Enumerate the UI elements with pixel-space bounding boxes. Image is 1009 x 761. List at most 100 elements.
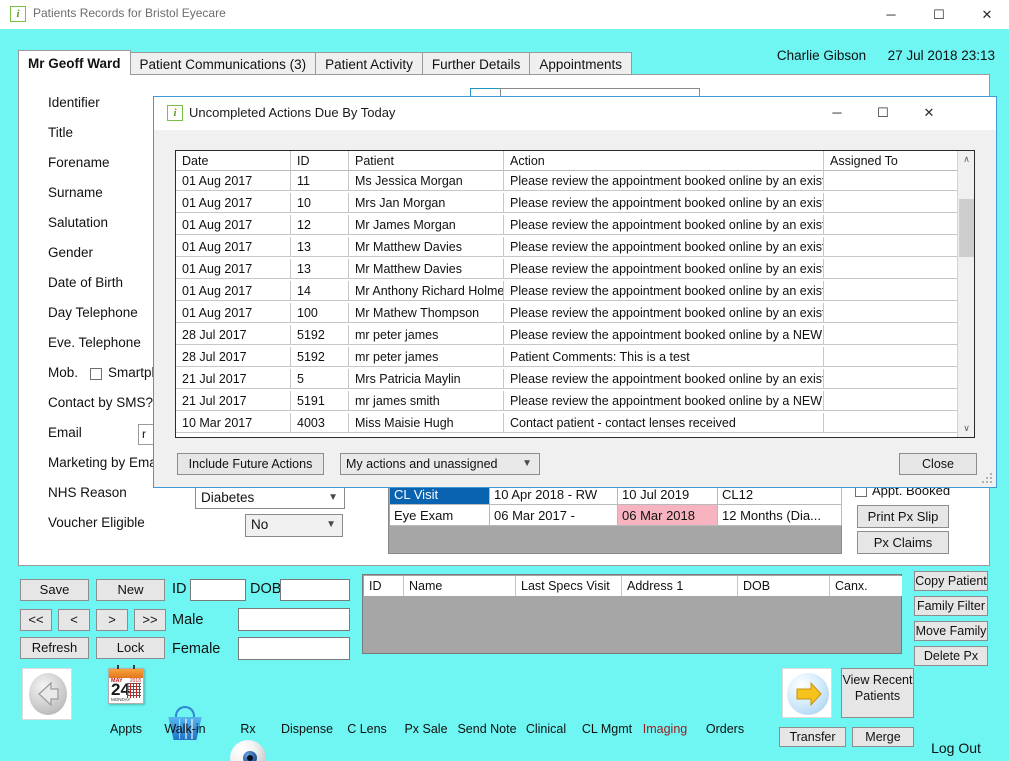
delete-px-button[interactable]: Delete Px [914, 646, 988, 666]
table-row[interactable]: 01 Aug 2017 11 Ms Jessica Morgan Please … [176, 171, 974, 191]
tab-patient-record[interactable]: Mr Geoff Ward [18, 50, 131, 75]
table-row[interactable]: 01 Aug 2017 13 Mr Matthew Davies Please … [176, 237, 974, 257]
table-row[interactable]: 21 Jul 2017 5 Mrs Patricia Maylin Please… [176, 369, 974, 389]
dialog-minimize-button[interactable]: ─ [814, 97, 860, 129]
cell-patient: Mr Matthew Davies [349, 259, 504, 279]
actions-grid[interactable]: Date ID Patient Action Assigned To 01 Au… [175, 150, 975, 438]
cell-id: 14 [291, 281, 349, 301]
dialog-maximize-button[interactable]: ☐ [860, 97, 906, 129]
cell-id: 13 [291, 237, 349, 257]
table-row[interactable]: 01 Aug 2017 100 Mr Mathew Thompson Pleas… [176, 303, 974, 323]
merge-button[interactable]: Merge [852, 727, 914, 747]
prev-record-button[interactable]: < [58, 609, 90, 631]
back-button[interactable] [22, 668, 72, 720]
voucher-eligible-select[interactable]: No ▼ [245, 514, 343, 537]
nhs-reason-select[interactable]: Diabetes ▼ [195, 487, 345, 509]
cell-action: Please review the appointment booked onl… [504, 237, 824, 257]
forward-arrow-button[interactable] [782, 668, 832, 718]
label-voucher-eligible: Voucher Eligible [48, 515, 145, 530]
maximize-icon: ☐ [877, 105, 889, 120]
toolbar-label-walk-in: Walk-in [164, 722, 206, 736]
cell-patient: Mr Anthony Richard Holmes [349, 281, 504, 301]
info-icon: i [167, 105, 183, 121]
label-email: Email [48, 425, 82, 440]
window-close-button[interactable]: ✕ [964, 0, 1009, 29]
actions-filter-select[interactable]: My actions and unassigned ▼ [340, 453, 540, 475]
dialog-title: Uncompleted Actions Due By Today [189, 105, 396, 120]
nhs-reason-value: Diabetes [201, 490, 255, 505]
male-input[interactable] [238, 608, 350, 631]
cell-date: 01 Aug 2017 [176, 171, 291, 191]
print-px-slip-button[interactable]: Print Px Slip [857, 505, 949, 528]
actions-grid-scrollbar[interactable]: ∧ ∨ [957, 151, 974, 437]
copy-patient-button[interactable]: Copy Patient [914, 571, 988, 591]
cell-action: Please review the appointment booked onl… [504, 281, 824, 301]
back-arrow-icon [29, 673, 67, 715]
tab-patient-activity[interactable]: Patient Activity [315, 52, 423, 75]
table-row[interactable]: 28 Jul 2017 5192 mr peter james Patient … [176, 347, 974, 367]
tab-further-details[interactable]: Further Details [421, 52, 531, 75]
label-dob: DOB [250, 581, 282, 597]
view-recent-patients-button[interactable]: View Recent Patients [841, 668, 914, 718]
label-identifier: Identifier [48, 95, 100, 110]
save-button[interactable]: Save [20, 579, 89, 601]
last-record-button[interactable]: >> [134, 609, 166, 631]
next-record-button[interactable]: > [96, 609, 128, 631]
window-maximize-button[interactable]: ☐ [916, 0, 962, 29]
cell-date: 21 Jul 2017 [176, 391, 291, 411]
tab-patient-communications[interactable]: Patient Communications (3) [129, 52, 317, 75]
dialog-resize-grip[interactable] [981, 473, 993, 485]
family-filter-button[interactable]: Family Filter [914, 596, 988, 616]
chevron-down-icon: ▼ [326, 519, 336, 530]
lock-button[interactable]: Lock [96, 637, 165, 659]
scroll-up-arrow-icon[interactable]: ∧ [958, 151, 975, 168]
cell-id: 5191 [291, 391, 349, 411]
cell-id: 5192 [291, 325, 349, 345]
transfer-button[interactable]: Transfer [779, 727, 846, 747]
dob-input[interactable] [280, 579, 350, 601]
refresh-button[interactable]: Refresh [20, 637, 89, 659]
table-row[interactable]: 28 Jul 2017 5192 mr peter james Please r… [176, 325, 974, 345]
tab-appointments[interactable]: Appointments [529, 52, 632, 75]
toolbar-label-clinical: Clinical [525, 722, 567, 736]
scroll-down-arrow-icon[interactable]: ∨ [958, 420, 975, 437]
cell-id: 100 [291, 303, 349, 323]
patient-search-results[interactable]: ID Name Last Specs Visit Address 1 DOB C… [362, 574, 902, 654]
application-window: i Patients Records for Bristol Eyecare ─… [0, 0, 1009, 761]
dialog-close-button[interactable]: ✕ [906, 97, 952, 129]
scrollbar-thumb[interactable] [959, 199, 974, 257]
calendar-icon[interactable]: MAY 2018 24 MONDAY [108, 665, 144, 704]
new-button[interactable]: New [96, 579, 165, 601]
table-row[interactable]: 01 Aug 2017 12 Mr James Morgan Please re… [176, 215, 974, 235]
cell-action: Please review the appointment booked onl… [504, 325, 824, 345]
column-action: Action [504, 151, 824, 171]
first-record-button[interactable]: << [20, 609, 52, 631]
id-input[interactable] [190, 579, 246, 601]
cell-action: Please review the appointment booked onl… [504, 303, 824, 323]
table-row[interactable]: 01 Aug 2017 10 Mrs Jan Morgan Please rev… [176, 193, 974, 213]
toolbar-label-cl-mgmt: CL Mgmt [581, 722, 633, 736]
label-day-telephone: Day Telephone [48, 305, 138, 320]
table-row[interactable]: 21 Jul 2017 5191 mr james smith Please r… [176, 391, 974, 411]
recall-type: Eye Exam [390, 505, 490, 526]
dialog-close-action-button[interactable]: Close [899, 453, 977, 475]
move-family-button[interactable]: Move Family [914, 621, 988, 641]
window-minimize-button[interactable]: ─ [868, 0, 914, 29]
px-claims-button[interactable]: Px Claims [857, 531, 949, 554]
chevron-down-icon: ▼ [522, 458, 532, 469]
female-input[interactable] [238, 637, 350, 660]
column-last-specs-visit: Last Specs Visit [516, 576, 622, 596]
cell-assigned [824, 193, 959, 213]
cell-assigned [824, 325, 959, 345]
chevron-down-icon: ▼ [328, 492, 338, 503]
include-future-actions-button[interactable]: Include Future Actions [177, 453, 324, 475]
cell-patient: Mr Matthew Davies [349, 237, 504, 257]
table-row[interactable]: 01 Aug 2017 13 Mr Matthew Davies Please … [176, 259, 974, 279]
cell-assigned [824, 215, 959, 235]
header-user-info: Charlie Gibson 27 Jul 2018 23:13 [777, 48, 995, 63]
cell-assigned [824, 303, 959, 323]
smartphone-checkbox[interactable] [90, 368, 102, 380]
table-row[interactable]: 01 Aug 2017 14 Mr Anthony Richard Holmes… [176, 281, 974, 301]
cell-assigned [824, 391, 959, 411]
table-row[interactable]: 10 Mar 2017 4003 Miss Maisie Hugh Contac… [176, 413, 974, 433]
